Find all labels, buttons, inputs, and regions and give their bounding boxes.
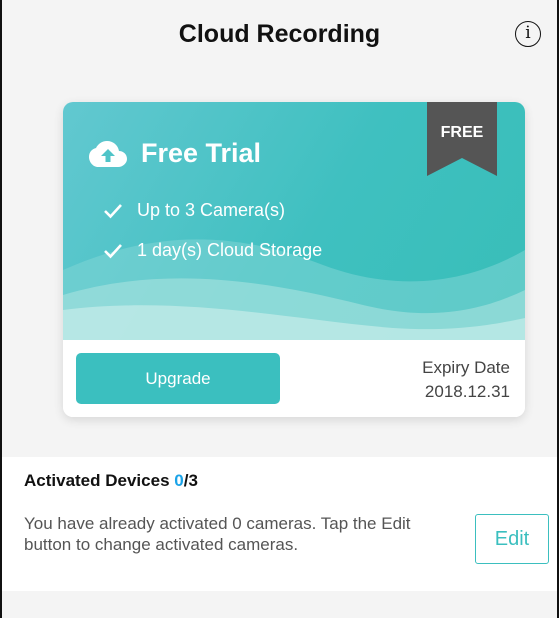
header: Cloud Recording i <box>2 0 557 80</box>
feature-item: Up to 3 Camera(s) <box>103 200 285 221</box>
feature-label: 1 day(s) Cloud Storage <box>137 240 323 260</box>
plan-card-footer: Upgrade Expiry Date 2018.12.31 <box>63 340 525 417</box>
feature-label: Up to 3 Camera(s) <box>137 200 286 220</box>
expiry-date: 2018.12.31 <box>424 382 510 401</box>
edit-button[interactable]: Edit <box>475 514 549 564</box>
plan-card: FREE Free Trial Up to 3 Camera(s) 1 day(… <box>63 102 525 417</box>
expiry-label: Expiry Date <box>422 358 510 377</box>
cloud-upload-icon <box>89 140 127 167</box>
upgrade-button[interactable]: Upgrade <box>76 353 280 404</box>
activated-devices-description: You have already activated 0 cameras. Ta… <box>24 514 411 554</box>
plan-title-row: Free Trial <box>89 138 261 169</box>
activated-count: 0 <box>174 471 184 490</box>
free-badge-label: FREE <box>440 124 484 141</box>
activated-devices-label: Activated Devices <box>24 471 170 490</box>
check-icon <box>104 203 122 218</box>
expiry-info: Expiry Date 2018.12.31 <box>422 356 510 404</box>
plan-card-banner: FREE Free Trial Up to 3 Camera(s) 1 day(… <box>63 102 525 340</box>
app-screen: Cloud Recording i FREE Free Trial Up to … <box>0 0 559 618</box>
activated-devices-section: Activated Devices 0/3 You have already a… <box>2 457 557 591</box>
plan-name: Free Trial <box>141 138 262 168</box>
check-icon <box>104 243 122 258</box>
feature-item: 1 day(s) Cloud Storage <box>103 240 322 261</box>
page-title: Cloud Recording <box>178 20 381 48</box>
device-total: /3 <box>183 471 198 490</box>
activated-devices-title: Activated Devices 0/3 <box>24 471 198 491</box>
info-icon[interactable]: i <box>515 21 541 47</box>
wave-decoration <box>63 239 525 340</box>
